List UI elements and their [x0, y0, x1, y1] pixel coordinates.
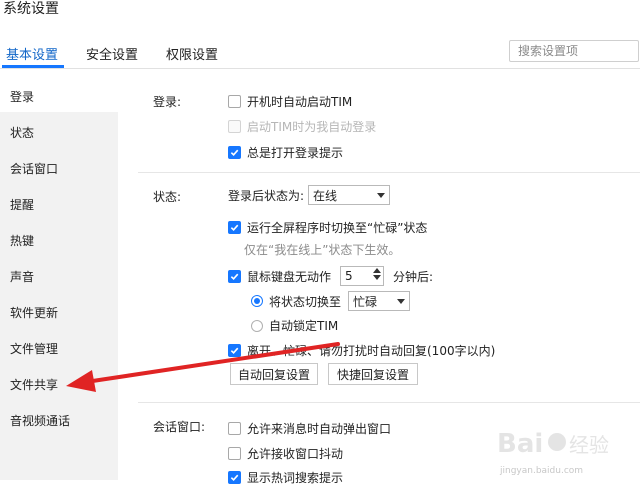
option-label: 鼠标键盘无动作	[247, 269, 332, 284]
option-auto-start[interactable]: 开机时自动启动TIM	[228, 93, 352, 110]
check-icon	[230, 273, 239, 280]
status-section-label: 状态:	[153, 190, 182, 204]
section-divider	[138, 172, 640, 173]
option-label: 启动TIM时为我自动登录	[247, 120, 377, 134]
check-icon	[230, 224, 239, 232]
checkbox-checked[interactable]	[228, 471, 241, 484]
sidebar-item-reminder[interactable]: 提醒	[10, 196, 34, 213]
after-login-status-row: 登录后状态为: 在线	[228, 185, 391, 205]
checkbox-checked[interactable]	[228, 269, 241, 283]
after-login-label: 登录后状态为:	[228, 188, 305, 203]
check-icon	[230, 347, 239, 355]
checkbox[interactable]	[228, 95, 241, 108]
idle-status-select[interactable]: 忙碌	[348, 291, 411, 311]
fullscreen-hint: 仅在“我在线上”状态下生效。	[244, 243, 401, 257]
option-label: 开机时自动启动TIM	[247, 95, 353, 109]
option-window-shake[interactable]: 允许接收窗口抖动	[228, 445, 343, 462]
select-value: 在线	[313, 188, 338, 203]
sidebar-item-hotkeys[interactable]: 热键	[10, 232, 34, 249]
radio-selected[interactable]	[251, 295, 263, 307]
option-label: 允许接收窗口抖动	[247, 447, 344, 461]
option-label: 运行全屏程序时切换至“忙碌”状态	[247, 221, 428, 235]
select-value: 忙碌	[353, 294, 378, 309]
option-auto-login: 启动TIM时为我自动登录	[228, 118, 376, 135]
arrow-up-icon[interactable]	[373, 268, 382, 273]
login-section-label: 登录:	[153, 95, 182, 109]
checkbox	[228, 120, 241, 133]
quick-reply-settings-button[interactable]: 快捷回复设置	[328, 363, 418, 385]
radio-label: 自动锁定TIM	[269, 319, 339, 333]
option-login-prompt[interactable]: 总是打开登录提示	[228, 144, 343, 161]
search-input[interactable]	[509, 40, 639, 62]
window-title: 系统设置	[3, 1, 59, 17]
option-label: 允许来消息时自动弹出窗口	[247, 422, 392, 436]
sidebar-item-file-management[interactable]: 文件管理	[10, 340, 58, 357]
sidebar-item-status[interactable]: 状态	[10, 124, 34, 141]
checkbox-checked[interactable]	[228, 221, 241, 234]
option-idle[interactable]: 鼠标键盘无动作 5 分钟后:	[228, 266, 433, 286]
radio-auto-lock[interactable]: 自动锁定TIM	[251, 317, 338, 334]
option-auto-popup[interactable]: 允许来消息时自动弹出窗口	[228, 420, 391, 437]
sidebar-item-sound[interactable]: 声音	[10, 268, 34, 285]
stepper-value: 5	[345, 269, 353, 283]
option-label: 离开、忙碌、请勿打扰时自动回复(100字以内)	[247, 344, 496, 358]
check-icon	[230, 149, 239, 157]
sidebar-item-av-call[interactable]: 音视频通话	[10, 412, 70, 429]
auto-reply-settings-button[interactable]: 自动回复设置	[230, 363, 318, 385]
checkbox-checked[interactable]	[228, 344, 241, 357]
checkbox[interactable]	[228, 422, 241, 435]
after-login-status-select[interactable]: 在线	[308, 185, 391, 205]
settings-content: 登录: 开机时自动启动TIM 启动TIM时为我自动登录 总是打开登录提示 状态:…	[118, 69, 640, 485]
option-label: 显示热词搜索提示	[247, 471, 344, 485]
chevron-down-icon	[397, 298, 406, 304]
session-section-label: 会话窗口:	[153, 420, 206, 434]
option-fullscreen-busy[interactable]: 运行全屏程序时切换至“忙碌”状态	[228, 219, 427, 236]
radio-switch-status[interactable]: 将状态切换至 忙碌	[251, 291, 411, 311]
sidebar: 登录 状态 会话窗口 提醒 热键 声音 软件更新 文件管理 文件共享 音视频通话	[0, 69, 118, 480]
sidebar-item-session-window[interactable]: 会话窗口	[10, 160, 58, 177]
radio-unselected[interactable]	[251, 319, 263, 332]
option-auto-reply[interactable]: 离开、忙碌、请勿打扰时自动回复(100字以内)	[228, 342, 495, 359]
idle-minutes-stepper[interactable]: 5	[340, 266, 385, 286]
tab-basic-settings[interactable]: 基本设置	[6, 44, 58, 63]
option-hot-word[interactable]: 显示热词搜索提示	[228, 469, 343, 486]
tab-permission-settings[interactable]: 权限设置	[166, 44, 218, 63]
chevron-down-icon	[377, 192, 386, 198]
check-icon	[230, 474, 239, 482]
tab-security-settings[interactable]: 安全设置	[86, 44, 138, 63]
option-label: 总是打开登录提示	[247, 146, 344, 160]
sidebar-item-file-sharing[interactable]: 文件共享	[10, 376, 58, 393]
idle-suffix: 分钟后:	[393, 269, 434, 284]
sidebar-item-software-update[interactable]: 软件更新	[10, 304, 58, 321]
radio-label: 将状态切换至	[269, 294, 342, 309]
sidebar-item-login[interactable]: 登录	[10, 88, 34, 105]
arrow-down-icon[interactable]	[373, 275, 382, 280]
checkbox-checked[interactable]	[228, 146, 241, 159]
stepper-arrows[interactable]	[373, 268, 382, 280]
checkbox[interactable]	[228, 447, 241, 460]
section-divider	[138, 402, 640, 403]
watermark-url: jingyan.baidu.com	[500, 466, 584, 476]
